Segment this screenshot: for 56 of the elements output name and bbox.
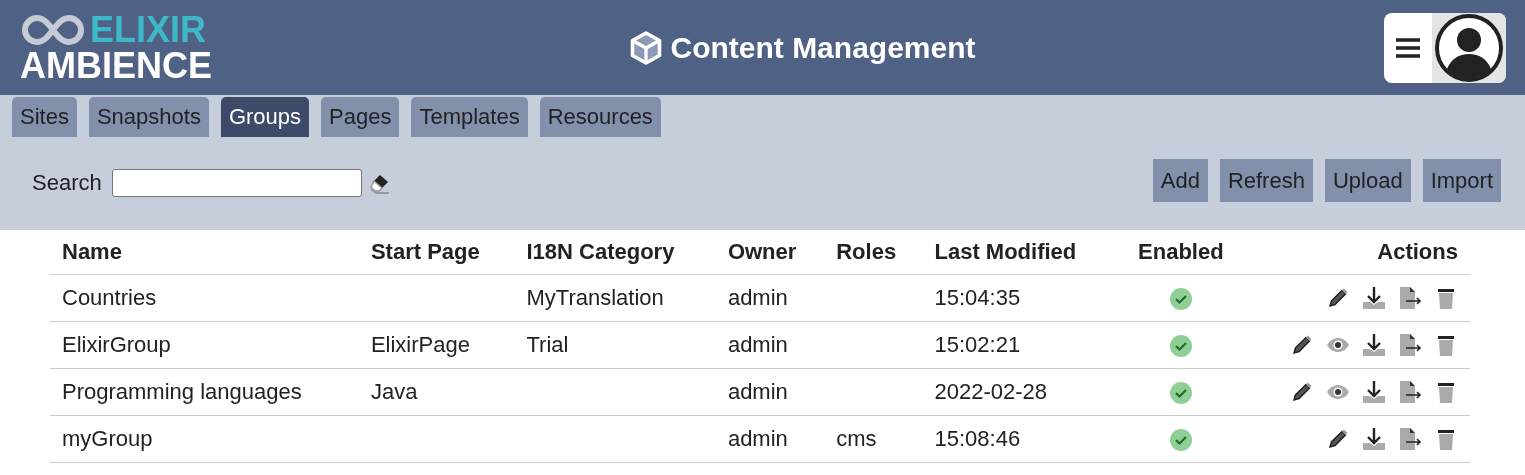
pencil-icon[interactable] [1290,333,1314,357]
table-cell: ElixirGroup [62,332,171,357]
table-cell: 15:04:35 [934,285,1021,310]
column-header: I18N Category [514,230,716,275]
table-cell: admin [727,379,788,404]
menu-icon[interactable] [1395,36,1421,59]
avatar-icon[interactable] [1434,12,1504,83]
download-icon[interactable] [1362,380,1386,404]
toolbar-button[interactable]: Upload [1324,159,1411,202]
table-cell: admin [727,426,788,451]
table-cell: ElixirPage [370,332,470,357]
file-export-icon[interactable] [1398,380,1422,404]
column-header: Last Modified [922,230,1117,275]
search-field[interactable] [111,168,362,197]
column-header: Actions [1245,230,1470,275]
column-header: Roles [824,230,923,275]
table-cell: myGroup [62,426,153,451]
tab[interactable]: Sites [12,97,77,137]
table-cell: Java [370,379,418,404]
table-cell: cms [836,426,877,451]
column-header: Name [50,230,359,275]
column-header: Enabled [1116,230,1246,275]
pencil-icon[interactable] [1326,286,1350,310]
table-cell: admin [727,285,788,310]
user-menu-button[interactable] [1384,12,1506,83]
tab[interactable]: Pages [321,97,400,137]
tab[interactable]: Groups [220,97,310,137]
file-export-icon[interactable] [1398,333,1422,357]
table-cell: Countries [62,285,157,310]
table-cell: Trial [526,332,569,357]
table-cell: 2022-02-28 [934,379,1048,404]
tab[interactable]: Snapshots [88,97,209,137]
pencil-icon[interactable] [1326,427,1350,451]
download-icon[interactable] [1362,427,1386,451]
column-header: Start Page [358,230,515,275]
table-cell: 15:08:46 [934,426,1021,451]
pencil-icon[interactable] [1290,380,1314,404]
logo-text: ELIXIR [90,11,206,48]
table-cell: admin [727,332,788,357]
toolbar-button[interactable]: Import [1422,159,1501,202]
download-icon[interactable] [1362,333,1386,357]
file-export-icon[interactable] [1398,427,1422,451]
download-icon[interactable] [1362,286,1386,310]
toolbar-button[interactable]: Refresh [1219,159,1313,202]
file-export-icon[interactable] [1398,286,1422,310]
table-cell: Programming languages [62,379,302,404]
tab[interactable]: Resources [539,97,661,137]
logo-text: AMBIENCE [20,47,213,84]
table-cell: MyTranslation [526,285,664,310]
column-header: Owner [715,230,825,275]
table-cell: 15:02:21 [934,332,1021,357]
infinity-logo-icon [20,12,86,47]
toolbar-button[interactable]: Add [1152,159,1208,202]
page-title: Content Management [670,30,976,65]
tab[interactable]: Templates [411,97,528,137]
search-label: Search [32,169,102,196]
